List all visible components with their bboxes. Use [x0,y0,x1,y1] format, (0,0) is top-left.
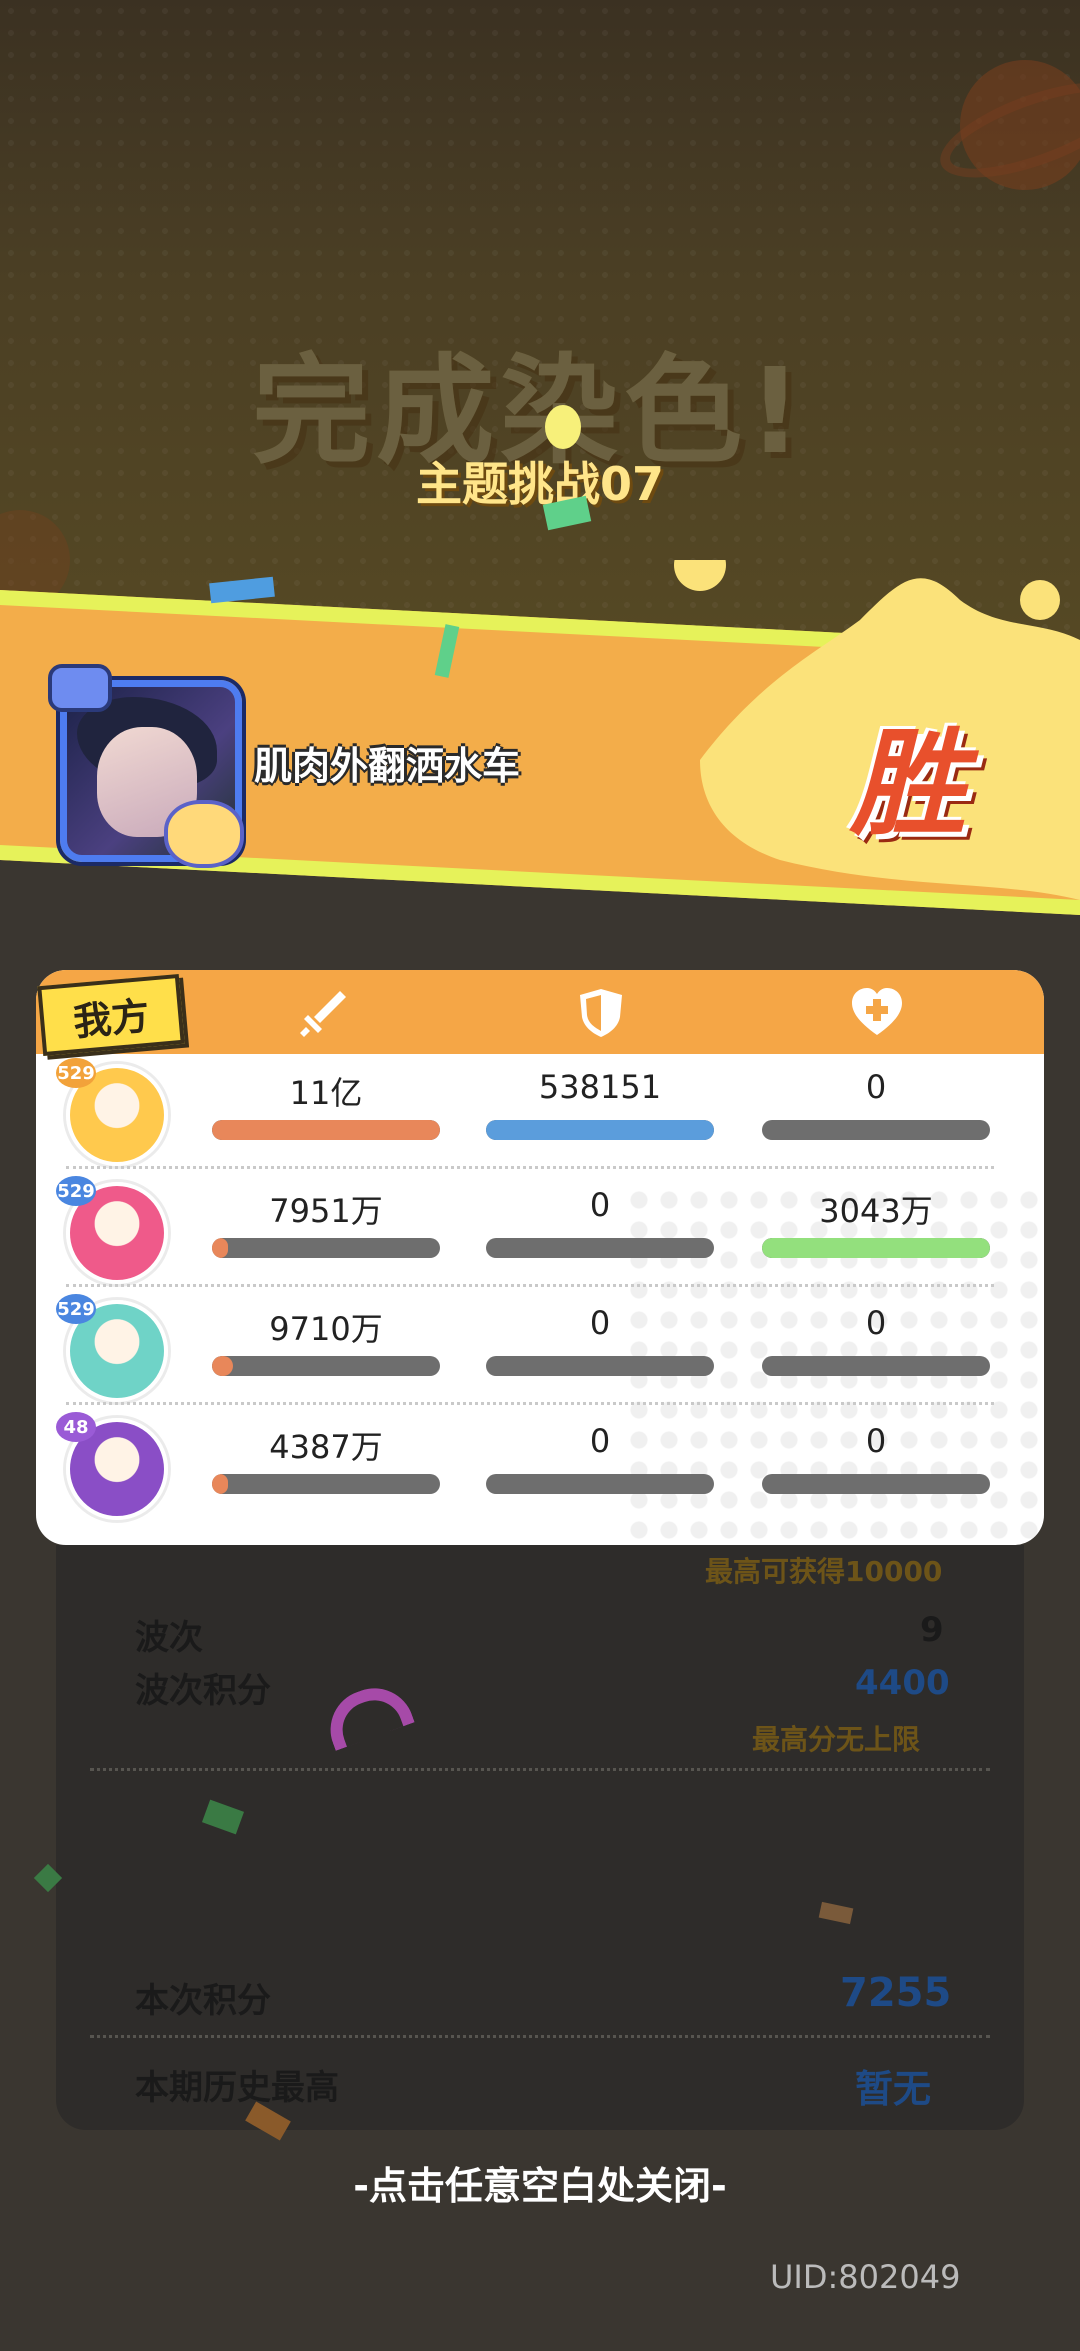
sword-icon [300,991,346,1037]
row-divider [66,1284,994,1287]
damage-bar [212,1356,440,1376]
shield-icon [580,989,622,1037]
defense-bar [486,1474,714,1494]
damage-value: 7951万 [269,1192,383,1230]
team-label: 我方 [37,973,185,1057]
heart-plus-icon [852,988,902,1035]
wave-score-value: 4400 [855,1663,950,1703]
defense-value: 0 [589,1422,611,1460]
heal-value: 0 [865,1422,887,1460]
defense-bar-fill [486,1120,714,1140]
heal-bar [762,1238,990,1258]
heal-value: 3043万 [819,1192,933,1230]
damage-bar [212,1120,440,1140]
stats-row: 48 4387万 0 0 [36,1406,1044,1524]
stats-row: 529 11亿 538151 0 [36,1052,1044,1170]
damage-bar-fill [212,1238,228,1258]
victory-label: 胜 [850,717,966,852]
best-value: 暂无 [855,2067,932,2111]
close-hint[interactable]: -点击任意空白处关闭- [0,2155,1080,2210]
score-label: 本次积分 [135,1981,271,2021]
damage-bar [212,1474,440,1494]
row-divider [66,1166,994,1169]
no-limit-note: 最高分无上限 [752,1723,921,1756]
heal-bar [762,1356,990,1376]
damage-bar-fill [212,1474,228,1494]
stats-row: 529 9710万 0 0 [36,1288,1044,1406]
confetti [545,405,581,449]
best-label: 本期历史最高 [135,2068,339,2108]
wave-score-label: 波次积分 [135,1671,271,1711]
heal-bar [762,1474,990,1494]
defense-value: 0 [589,1186,611,1224]
uid-label: UID:802049 [770,2258,961,2296]
defense-bar [486,1356,714,1376]
heal-value: 0 [865,1304,887,1342]
pet-icon [164,800,244,868]
damage-bar-fill [212,1120,440,1140]
heal-value: 0 [865,1068,887,1106]
level-badge: 529 [56,1176,96,1206]
level-badge: 48 [56,1412,96,1442]
level-badge: 529 [56,1058,96,1088]
defense-bar [486,1120,714,1140]
defense-bar [486,1238,714,1258]
level-badge: 529 [56,1294,96,1324]
challenge-subtitle: 主题挑战07 [415,457,664,511]
divider [90,2035,990,2038]
heal-bar [762,1120,990,1140]
row-divider [66,1402,994,1405]
damage-value: 9710万 [269,1310,383,1348]
damage-bar [212,1238,440,1258]
result-screen[interactable]: 完成染色! 主题挑战07 肌肉外翻洒水车 胜 我方 529 11亿 538151… [0,0,1080,2351]
waves-value: 9 [920,1610,944,1650]
defense-value: 538151 [538,1068,662,1106]
heal-bar-fill [762,1238,990,1258]
player-name: 肌肉外翻洒水车 [254,744,521,788]
max-obtainable-note: 最高可获得10000 [705,1555,943,1588]
divider [90,1768,990,1771]
damage-value: 11亿 [289,1074,363,1112]
waves-label: 波次 [135,1618,203,1658]
damage-bar-fill [212,1356,233,1376]
gamepad-icon [48,664,112,712]
score-value: 7255 [840,1970,952,2016]
stats-row: 529 7951万 0 3043万 [36,1170,1044,1288]
defense-value: 0 [589,1304,611,1342]
damage-value: 4387万 [269,1428,383,1466]
